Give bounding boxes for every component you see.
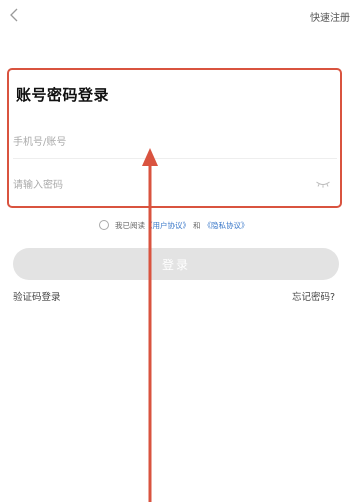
chevron-left-icon — [10, 8, 18, 22]
agreement-checkbox[interactable] — [99, 220, 109, 230]
agreement-conjunction: 和 — [193, 220, 201, 230]
login-button[interactable]: 登录 — [13, 248, 339, 280]
quick-register-link[interactable]: 快速注册 — [310, 9, 350, 24]
forgot-password-link[interactable]: 忘记密码? — [292, 289, 335, 303]
sms-login-link[interactable]: 验证码登录 — [13, 289, 61, 303]
privacy-policy-link[interactable]: 《隐私协议》 — [204, 220, 249, 231]
agreement-row: 我已阅读 《用户协议》 和 《隐私协议》 — [99, 219, 249, 231]
user-agreement-link[interactable]: 《用户协议》 — [145, 220, 190, 231]
back-button[interactable] — [6, 4, 22, 26]
annotation-highlight-box — [7, 68, 342, 208]
agreement-prefix: 我已阅读 — [115, 220, 145, 230]
